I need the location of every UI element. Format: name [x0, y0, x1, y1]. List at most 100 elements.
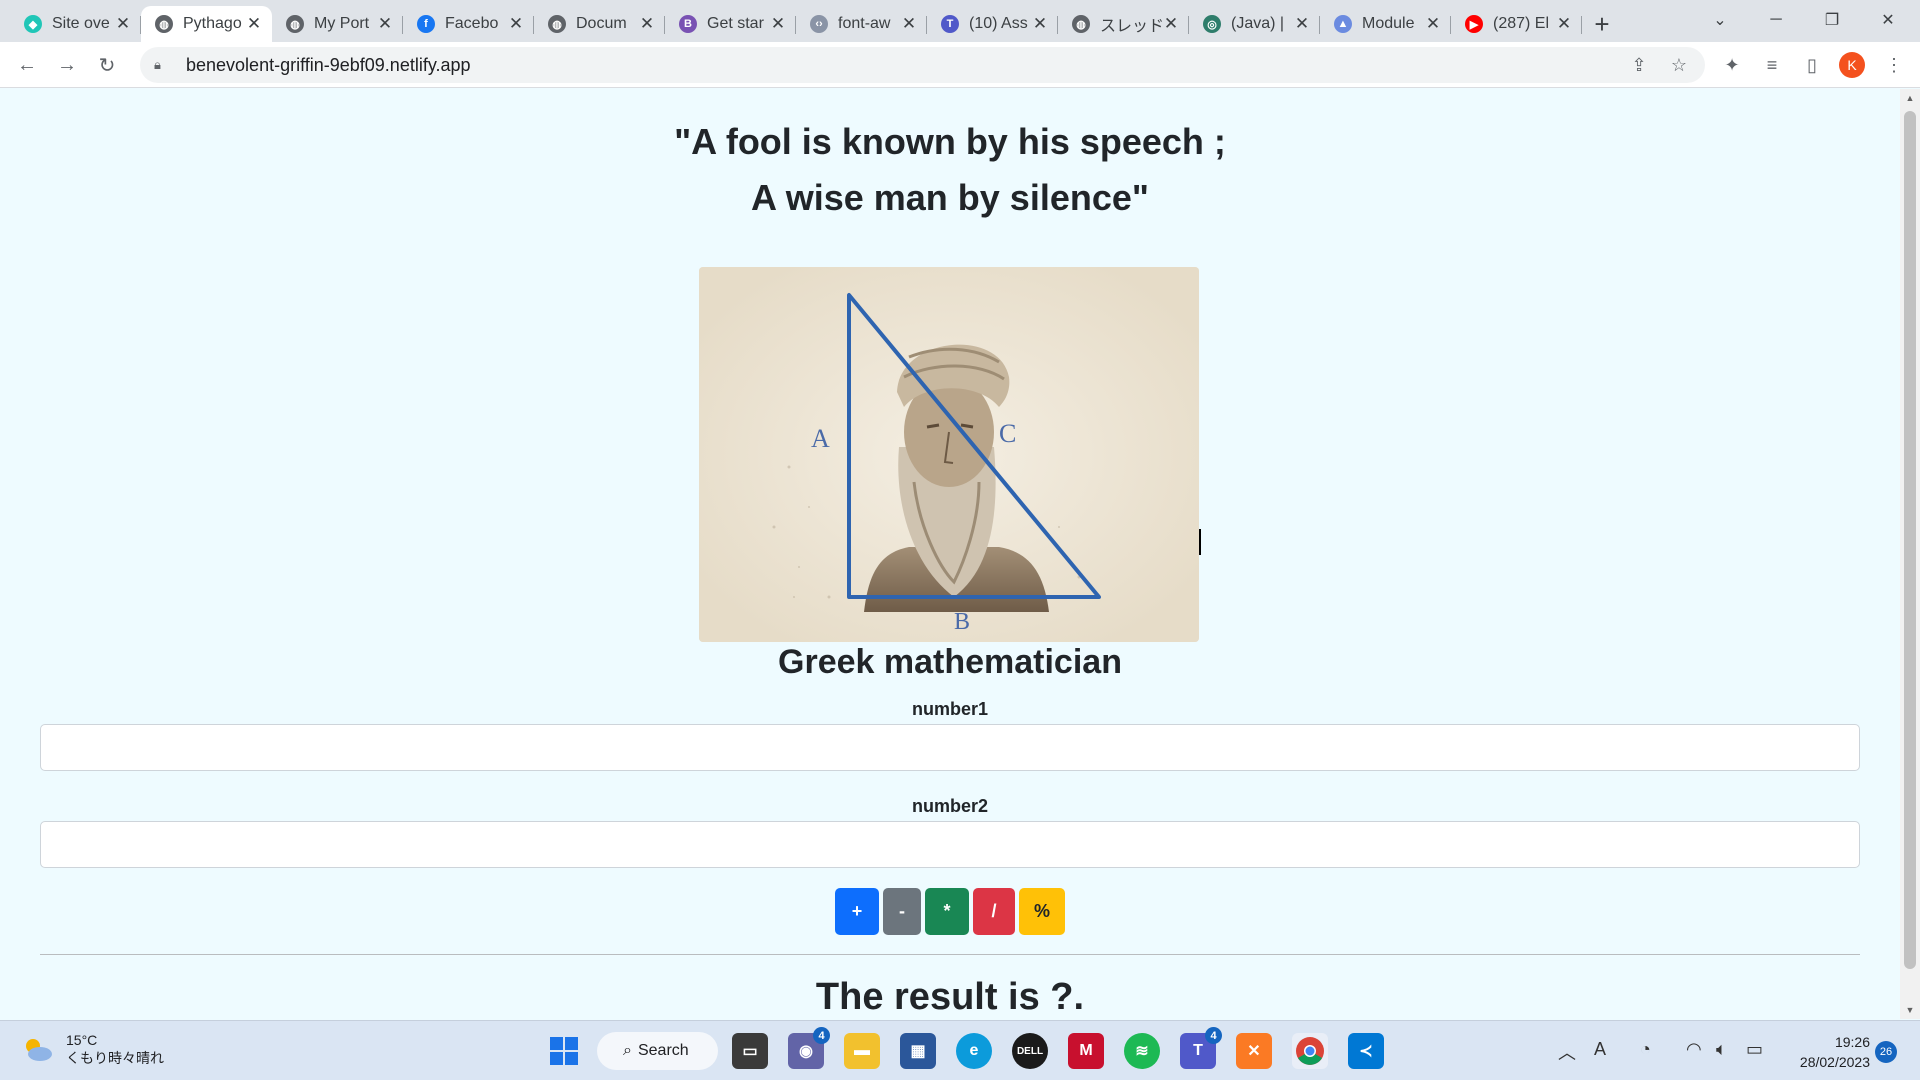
notification-count-badge[interactable]: 26 [1875, 1041, 1897, 1063]
system-clock[interactable]: 19:26 28/02/2023 [1786, 1032, 1870, 1072]
close-tab-icon[interactable]: ✕ [901, 14, 917, 34]
sync-icon[interactable]: ◔ [1640, 1039, 1651, 1060]
windows-taskbar: 15°C くもり時々晴れ ⌕ Search ▭ ◉ 4 ▬ ▦ e DELL M … [0, 1020, 1920, 1080]
tab-title: Module [1362, 15, 1415, 32]
close-tab-icon[interactable]: ✕ [1163, 14, 1179, 34]
dell-icon[interactable]: DELL [1012, 1033, 1048, 1069]
reload-button[interactable]: ↻ [92, 50, 122, 80]
triangle-label-b: B [954, 609, 970, 635]
number2-input[interactable] [40, 821, 1860, 868]
restore-button[interactable]: ❐ [1804, 0, 1860, 40]
close-tab-icon[interactable]: ✕ [639, 14, 655, 34]
address-bar[interactable]: 🔒︎ benevolent-griffin-9ebf09.netlify.app… [140, 47, 1705, 83]
edge-browser-icon[interactable]: e [956, 1033, 992, 1069]
browser-toolbar: ← → ↻ 🔒︎ benevolent-griffin-9ebf09.netli… [0, 42, 1920, 88]
media-queue-icon[interactable]: ≡ [1758, 51, 1786, 79]
forward-button[interactable]: → [52, 50, 82, 80]
chat-icon[interactable]: ◉ 4 [788, 1027, 830, 1069]
side-panel-icon[interactable]: ▯ [1798, 51, 1826, 79]
scroll-down-arrow-icon[interactable]: ▼ [1900, 1001, 1920, 1019]
number1-input[interactable] [40, 724, 1860, 771]
extensions-icon[interactable]: ✦ [1718, 51, 1746, 79]
close-tab-icon[interactable]: ✕ [115, 14, 131, 34]
quote-line-1: "A fool is known by his speech ; [674, 121, 1226, 162]
tab-search-chevron-icon[interactable]: ⌄ [1692, 0, 1748, 40]
clock-time: 19:26 [1834, 1034, 1870, 1050]
tab-title: Pythago [183, 15, 242, 32]
browser-tab[interactable]: ‹› font-aw ✕ [796, 6, 927, 42]
wifi-icon[interactable]: ◠ [1686, 1039, 1702, 1060]
spotify-icon[interactable]: ≋ [1124, 1033, 1160, 1069]
pythagoras-portrait-image: A C B [699, 267, 1199, 642]
close-window-button[interactable]: ✕ [1860, 0, 1916, 40]
divide-button[interactable]: / [973, 888, 1015, 935]
browser-tab[interactable]: B Get star ✕ [665, 6, 796, 42]
browser-tab[interactable]: ◍ My Port ✕ [272, 6, 403, 42]
tab-title: スレッド [1100, 18, 1163, 35]
multiply-button[interactable]: * [925, 888, 969, 935]
share-icon[interactable]: ⇪ [1627, 53, 1651, 77]
tab-title: Facebo [445, 15, 499, 32]
microsoft-store-icon[interactable]: ▦ [900, 1033, 936, 1069]
tab-title: (287) El [1493, 15, 1550, 32]
modulo-button[interactable]: % [1019, 888, 1065, 935]
close-tab-icon[interactable]: ✕ [508, 14, 524, 34]
globe-icon: ◍ [548, 15, 566, 33]
file-explorer-icon[interactable]: ▬ [844, 1033, 880, 1069]
new-tab-button[interactable]: + [1582, 6, 1622, 42]
input-method-icon[interactable]: A [1594, 1039, 1606, 1060]
taskbar-search[interactable]: ⌕ Search [597, 1032, 718, 1070]
browser-tab[interactable]: ◍ スレッド ✕ [1058, 6, 1189, 42]
chrome-icon[interactable] [1292, 1033, 1328, 1069]
browser-tab[interactable]: ▲ Module ✕ [1320, 6, 1451, 42]
browser-tab[interactable]: ◍ Docum ✕ [534, 6, 665, 42]
browser-tab[interactable]: T (10) Ass ✕ [927, 6, 1058, 42]
weather-temperature: 15°C [66, 1032, 98, 1048]
add-button[interactable]: + [835, 888, 879, 935]
start-button[interactable] [546, 1033, 582, 1069]
show-hidden-icons-chevron-icon[interactable]: ︿ [1558, 1039, 1576, 1065]
browser-menu-icon[interactable]: ⋮ [1880, 51, 1908, 79]
task-view-icon[interactable]: ▭ [732, 1033, 768, 1069]
browser-tab[interactable]: ◎ (Java) | ✕ [1189, 6, 1320, 42]
scrollbar-thumb[interactable] [1904, 111, 1916, 969]
browser-tab[interactable]: ◆ Site ove ✕ [10, 6, 141, 42]
partly-cloudy-icon [26, 1039, 52, 1061]
bookmark-star-icon[interactable]: ☆ [1667, 53, 1691, 77]
close-tab-icon[interactable]: ✕ [1294, 14, 1310, 34]
portrait-caption: Greek mathematician [778, 643, 1122, 681]
tab-title: Site ove [52, 15, 110, 32]
volume-icon[interactable]: 🔈︎ [1716, 1039, 1727, 1060]
close-tab-icon[interactable]: ✕ [1556, 14, 1572, 34]
battery-icon[interactable]: ▭ [1746, 1039, 1763, 1060]
close-tab-icon[interactable]: ✕ [1032, 14, 1048, 34]
browser-tab[interactable]: ◍ Pythago ✕ [141, 6, 272, 42]
weather-widget[interactable]: 15°C くもり時々晴れ [20, 1031, 164, 1067]
close-tab-icon[interactable]: ✕ [377, 14, 393, 34]
tab-title: (10) Ass [969, 15, 1028, 32]
lock-icon: 🔒︎ [154, 57, 161, 72]
teams-icon[interactable]: T4 [1180, 1027, 1222, 1069]
minimize-button[interactable]: ─ [1748, 0, 1804, 40]
browser-tab[interactable]: ▶ (287) El ✕ [1451, 6, 1582, 42]
scroll-up-arrow-icon[interactable]: ▲ [1900, 89, 1920, 107]
search-icon: ⌕ [623, 1042, 632, 1059]
mcafee-icon[interactable]: M [1068, 1033, 1104, 1069]
close-tab-icon[interactable]: ✕ [246, 14, 262, 34]
profile-avatar[interactable]: K [1839, 52, 1865, 78]
close-tab-icon[interactable]: ✕ [770, 14, 786, 34]
vertical-scrollbar[interactable]: ▲ ▼ [1900, 89, 1920, 1019]
weather-description: くもり時々晴れ [66, 1050, 164, 1066]
back-button[interactable]: ← [12, 50, 42, 80]
xampp-icon[interactable]: ✕ [1236, 1033, 1272, 1069]
text-cursor [1199, 529, 1201, 555]
chat-badge: 4 [813, 1027, 830, 1044]
vscode-icon[interactable]: ≺ [1348, 1033, 1384, 1069]
browser-tab[interactable]: f Facebo ✕ [403, 6, 534, 42]
graduation-cap-icon: ▲ [1334, 15, 1352, 33]
bootstrap-icon: B [679, 15, 697, 33]
tab-title: (Java) | [1231, 15, 1285, 32]
taskbar-search-label: Search [637, 1042, 689, 1059]
close-tab-icon[interactable]: ✕ [1425, 14, 1441, 34]
subtract-button[interactable]: - [883, 888, 921, 935]
